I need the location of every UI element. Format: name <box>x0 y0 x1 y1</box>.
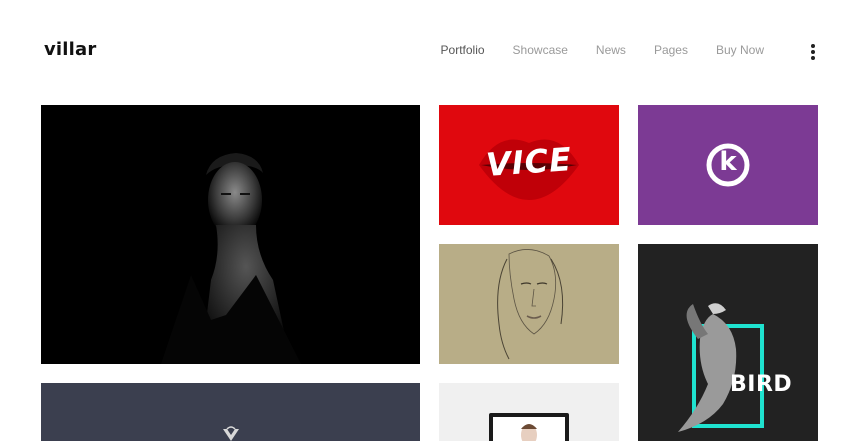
page: villar Portfolio Showcase News Pages Buy… <box>0 0 860 441</box>
portfolio-tile-vice[interactable]: VICE <box>439 105 619 225</box>
nav-item-buy-now[interactable]: Buy Now <box>710 42 770 60</box>
laptop-mockup-image <box>439 383 619 441</box>
portfolio-tile-k-logo[interactable]: k <box>638 105 818 225</box>
bird-text: BIRD <box>730 372 793 397</box>
portfolio-tile-portrait[interactable] <box>41 105 420 364</box>
nav-item-portfolio[interactable]: Portfolio <box>434 42 491 63</box>
main-nav: Portfolio Showcase News Pages Buy Now <box>419 42 770 63</box>
v-logo-icon <box>41 383 420 441</box>
parrot-image <box>638 244 818 441</box>
nav-item-news[interactable]: News <box>590 42 632 60</box>
portfolio-tile-sketch[interactable] <box>439 244 619 364</box>
portfolio-tile-bird[interactable]: BIRD <box>638 244 818 441</box>
portrait-man-image <box>41 105 420 364</box>
site-logo[interactable]: villar <box>44 39 96 60</box>
vertical-dots-icon[interactable] <box>810 44 816 60</box>
sketch-woman-image <box>439 244 619 364</box>
portfolio-tile-v-logo[interactable] <box>41 383 420 441</box>
nav-item-pages[interactable]: Pages <box>648 42 694 60</box>
k-letter: k <box>719 147 737 177</box>
nav-item-showcase[interactable]: Showcase <box>507 42 574 60</box>
portfolio-tile-laptop[interactable] <box>439 383 619 441</box>
